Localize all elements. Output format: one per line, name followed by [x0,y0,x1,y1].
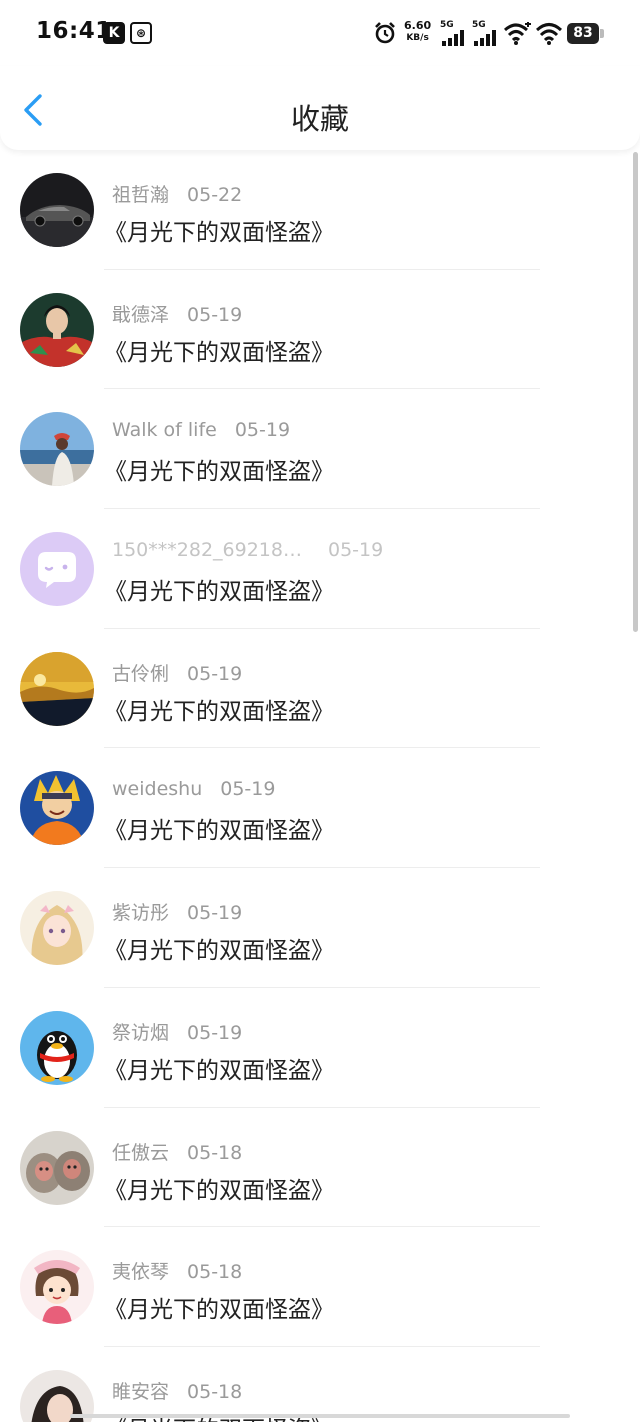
app-notification-icon: ⊛ [130,22,152,44]
user-name: 祖哲瀚 [112,184,170,206]
book-title[interactable]: 《月光下的双面怪盗》 [104,452,334,486]
item-date: 05-18 [187,1261,243,1284]
signal-1-label: 5G [440,20,454,30]
item-date: 05-19 [187,1021,243,1044]
item-meta: 祭访烟 05-19 [112,1018,242,1045]
car-avatar-image [20,173,94,247]
item-meta: 夷依琴 05-18 [112,1257,242,1284]
list-item[interactable]: 150***282_69218… 05-19 《月光下的双面怪盗》 [0,509,640,629]
list-item[interactable]: 夷依琴 05-18 《月光下的双面怪盗》 [0,1227,640,1347]
list-item[interactable]: 祖哲瀚 05-22 《月光下的双面怪盗》 [0,150,640,270]
avatar[interactable] [20,1130,94,1205]
user-name: 150***282_69218… [112,539,302,562]
user-name: 夷依琴 [112,1261,170,1284]
user-name: 睢安容 [112,1380,170,1403]
beach-girl-avatar-image [20,412,94,487]
item-date: 05-19 [187,303,243,326]
user-name: 祭访烟 [112,1021,170,1044]
item-date: 05-19 [187,902,243,925]
cartoon-girl-avatar-image [20,1250,94,1325]
avatar[interactable] [20,891,94,966]
scrollbar[interactable] [633,152,638,632]
net-speed-value: 6.60 [404,19,432,32]
favorites-list: 祖哲瀚 05-22 《月光下的双面怪盗》 戢德泽 05-19 《月光下的双面怪盗… [0,150,640,1422]
item-date: 05-19 [234,419,291,442]
home-indicator[interactable] [70,1414,570,1418]
item-meta: 古伶俐 05-19 [112,659,242,686]
item-date: 05-22 [187,184,243,206]
item-meta: 戢德泽 05-19 [112,300,242,327]
list-item[interactable]: 睢安容05-18 《月光下的双面怪盗》 [0,1347,640,1422]
item-meta: weideshu 05-19 [112,778,275,800]
default-chat-avatar-icon [20,532,94,607]
sunset-avatar-image [20,651,94,726]
monkeys-avatar-image [20,1130,94,1205]
item-meta: 任傲云 05-18 [112,1138,242,1165]
list-item[interactable]: 任傲云 05-18 《月光下的双面怪盗》 [0,1108,640,1228]
user-name: 古伶俐 [112,662,170,685]
book-title[interactable]: 《月光下的双面怪盗》 [104,692,334,726]
status-bar: 16:41 K ⊛ 6.60 KB/s 5G 5G 83 [0,0,640,66]
list-item[interactable]: Walk of life 05-19 《月光下的双面怪盗》 [0,389,640,510]
user-name: weideshu [112,778,203,801]
avatar[interactable] [20,1010,94,1085]
item-date: 05-19 [220,778,276,801]
item-meta: 紫访彤 05-19 [112,898,242,925]
book-title[interactable]: 《月光下的双面怪盗》 [104,931,334,965]
net-speed: 6.60 KB/s [404,20,431,44]
item-date: 05-19 [327,539,384,562]
net-speed-unit: KB/s [406,33,429,43]
alarm-icon [375,22,395,44]
wifi-icon [536,23,562,45]
wifi-plus-icon [503,22,531,45]
book-title[interactable]: 《月光下的双面怪盗》 [104,572,334,606]
list-item[interactable]: 戢德泽 05-19 《月光下的双面怪盗》 [0,270,640,390]
item-date: 05-18 [187,1141,243,1164]
signal-1-icon [442,30,464,46]
qq-penguin-avatar-icon [20,1010,94,1085]
list-item[interactable]: 古伶俐 05-19 《月光下的双面怪盗》 [0,629,640,749]
list-item[interactable]: 紫访彤 05-19 《月光下的双面怪盗》 [0,868,640,988]
item-meta: 睢安容 05-18 [112,1377,242,1404]
anime-girl-avatar-image [20,891,94,966]
book-title[interactable]: 《月光下的双面怪盗》 [104,1051,334,1085]
woman-portrait-avatar-image [20,292,94,367]
user-name: Walk of life [112,419,217,442]
avatar[interactable] [20,412,94,487]
user-name: 紫访彤 [112,902,170,925]
anime-ninja-avatar-image [20,771,94,846]
book-title[interactable]: 《月光下的双面怪盗》 [104,1171,334,1205]
avatar[interactable] [20,1250,94,1325]
list-item[interactable]: weideshu 05-19 《月光下的双面怪盗》 [0,748,640,869]
screen: 16:41 K ⊛ 6.60 KB/s 5G 5G 83 收藏 祖哲瀚 05-2… [0,0,640,1422]
list-item[interactable]: 祭访烟 05-19 《月光下的双面怪盗》 [0,988,640,1108]
k-app-icon: K [103,22,125,44]
avatar[interactable] [20,651,94,726]
book-title[interactable]: 《月光下的双面怪盗》 [104,333,334,367]
signal-2-label: 5G [472,20,486,30]
book-title[interactable]: 《月光下的双面怪盗》 [104,1290,334,1324]
avatar[interactable] [20,292,94,367]
status-time: 16:41 [36,18,112,44]
item-date: 05-18 [187,1380,243,1403]
header: 收藏 [0,66,640,150]
user-name: 任傲云 [112,1141,170,1164]
user-name: 戢德泽 [112,303,170,326]
battery-tip [600,29,604,38]
avatar[interactable] [20,532,94,607]
signal-2-icon [474,30,496,46]
battery-level: 83 [567,23,599,44]
page-title: 收藏 [290,102,349,136]
item-meta: 150***282_69218… 05-19 [112,539,383,561]
item-meta: 祖哲瀚 05-22 [112,180,242,207]
item-meta: Walk of life 05-19 [112,419,290,441]
avatar[interactable] [20,771,94,846]
item-date: 05-19 [187,662,243,685]
avatar[interactable] [20,173,94,247]
book-title[interactable]: 《月光下的双面怪盗》 [104,213,334,247]
book-title[interactable]: 《月光下的双面怪盗》 [104,811,334,845]
